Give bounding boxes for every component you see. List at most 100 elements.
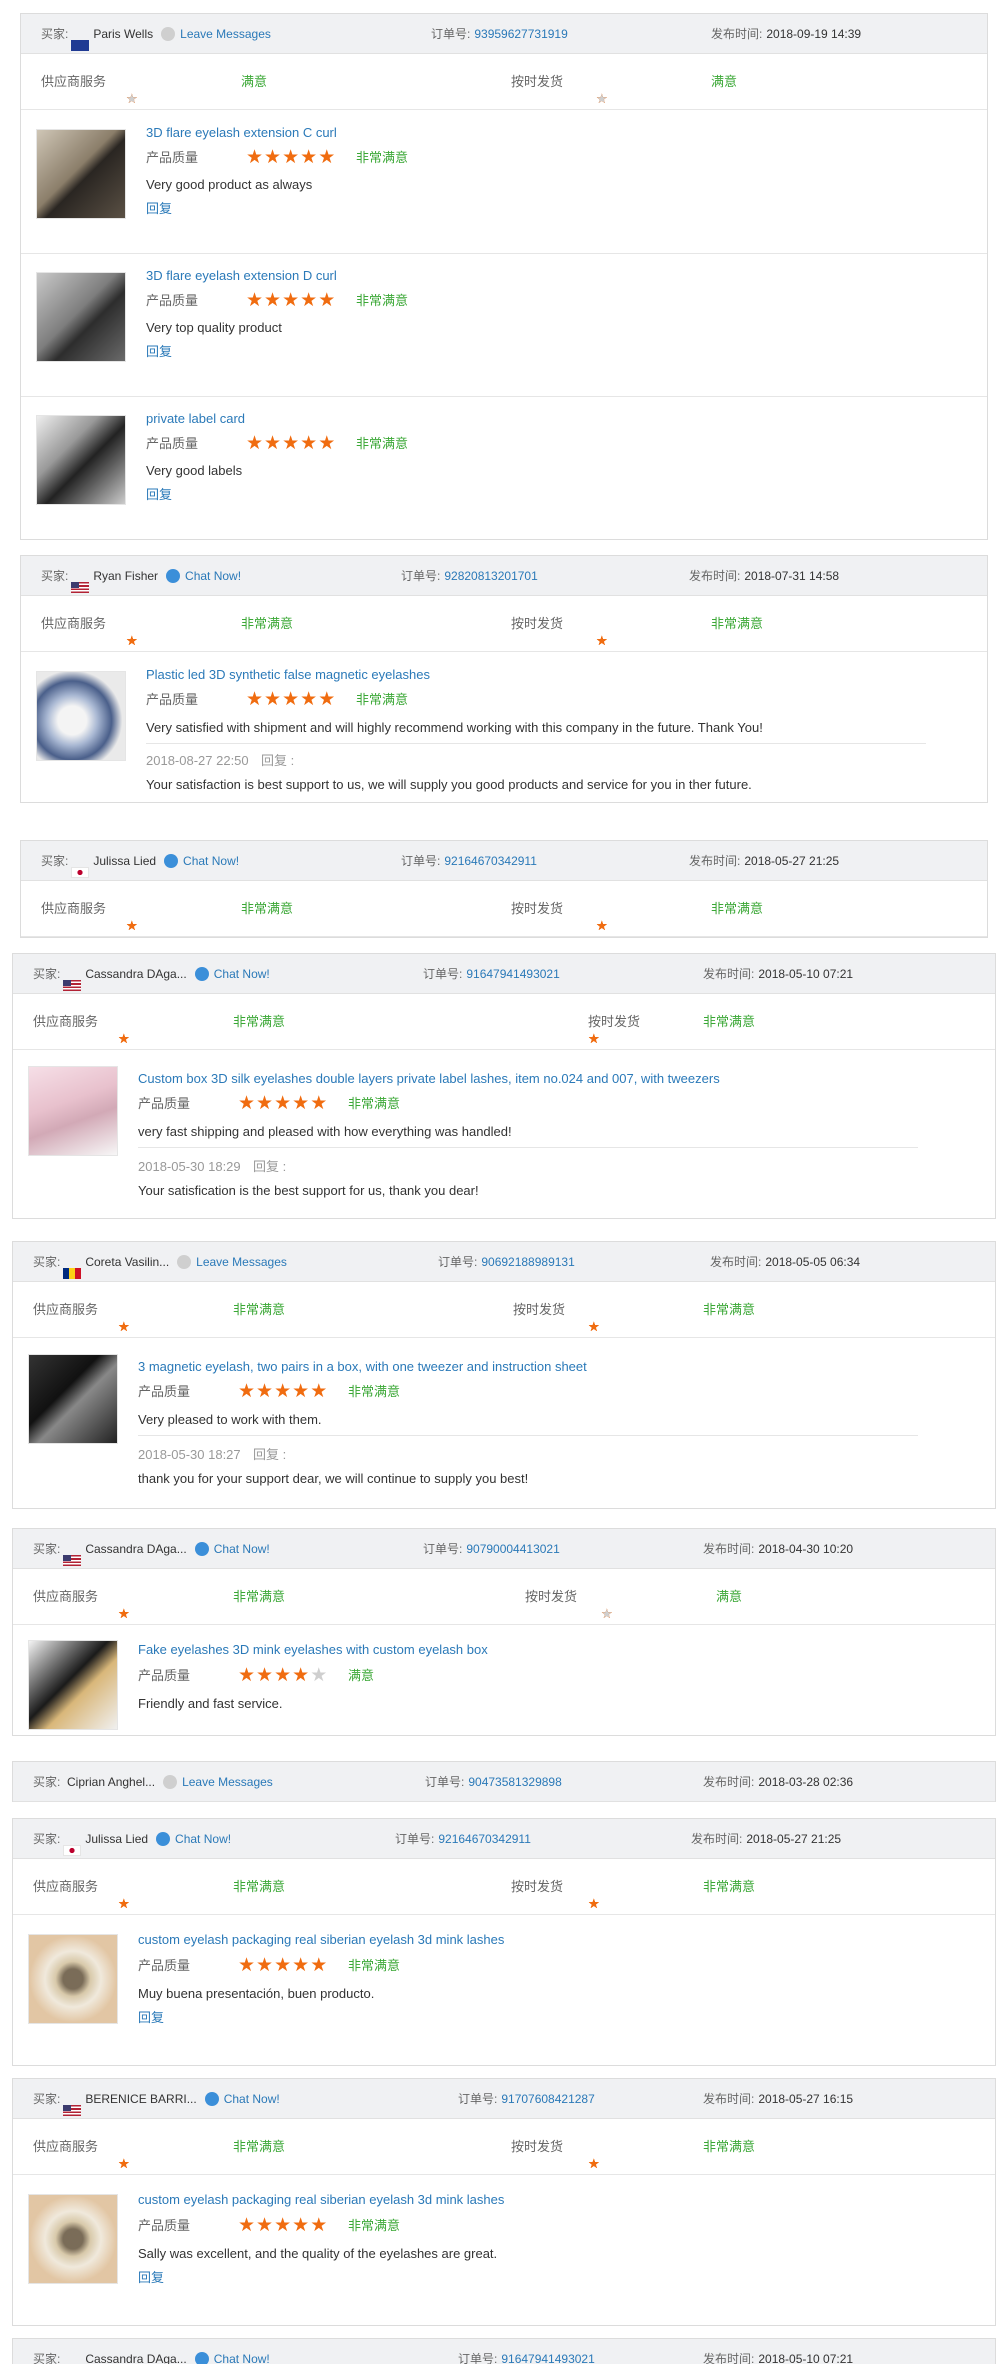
star-filled-icon: ★ (264, 433, 283, 454)
order-number-link[interactable]: 92164670342911 (444, 854, 537, 868)
supplier-service-label: 供应商服务 (41, 901, 107, 916)
contact-label[interactable]: Chat Now! (214, 2352, 270, 2364)
product-title-link[interactable]: private label card (146, 411, 245, 427)
on-time-label: 按时发货 (511, 616, 564, 631)
product-thumbnail[interactable] (36, 129, 126, 219)
product-title-link[interactable]: Fake eyelashes 3D mink eyelashes with cu… (138, 1642, 488, 1658)
buyer-info: 买家: Cassandra DAga... Chat Now! (33, 2351, 270, 2364)
star-filled-icon: ★ (318, 433, 337, 454)
product-title-link[interactable]: Custom box 3D silk eyelashes double laye… (138, 1071, 720, 1087)
star-filled-icon: ★ (300, 290, 319, 311)
product-title-link[interactable]: 3D flare eyelash extension C curl (146, 125, 337, 141)
reply-link[interactable]: 回复 (146, 344, 172, 360)
buyer-name: Paris Wells (93, 27, 154, 41)
star-filled-icon: ★ (118, 2156, 131, 2171)
contact-button[interactable]: Chat Now! (164, 854, 239, 868)
contact-button[interactable]: Leave Messages (177, 1255, 287, 1269)
contact-button[interactable]: Chat Now! (194, 967, 270, 981)
contact-label[interactable]: Chat Now! (183, 854, 239, 868)
order-number-link[interactable]: 90473581329898 (468, 1775, 561, 1789)
jp-flag-icon (63, 1845, 82, 1856)
contact-label[interactable]: Chat Now! (185, 569, 241, 583)
shipping-rating-text: 满意 (716, 1589, 743, 1604)
order-info: 订单号: 92164670342911 (401, 853, 537, 869)
quality-label: 产品质量 (146, 436, 199, 451)
product-thumbnail[interactable] (36, 272, 126, 362)
contact-button[interactable]: Leave Messages (161, 27, 271, 41)
review-card: 买家: Cassandra DAga... Chat Now! 订单号: 9164794… (12, 953, 996, 1219)
star-filled-icon: ★ (274, 1665, 293, 1686)
star-filled-icon: ★ (274, 2215, 293, 2236)
contact-button[interactable]: Chat Now! (204, 2092, 280, 2106)
reply-divider (138, 1435, 918, 1436)
star-filled-icon: ★ (292, 1093, 311, 1114)
buyer-label: 买家: (41, 27, 69, 41)
reply-link[interactable]: 回复 (146, 487, 172, 503)
contact-button[interactable]: Chat Now! (194, 1542, 270, 1556)
star-filled-icon: ★ (292, 1955, 311, 1976)
order-number-link[interactable]: 91707608421287 (501, 2092, 594, 2106)
contact-button[interactable]: Chat Now! (166, 569, 241, 583)
order-number-link[interactable]: 91647941493021 (501, 2352, 594, 2364)
service-rating-row: 供应商服务 ★ ★ ★ ★ ★ 满意 按时发货 ★ ★ ★ ★ ★ 满意 (21, 54, 987, 110)
quality-label: 产品质量 (138, 1668, 191, 1683)
quality-stars: ★★★★★ (246, 291, 336, 310)
star-filled-icon: ★ (256, 1665, 275, 1686)
star-filled-icon: ★ (264, 689, 283, 710)
shipping-rating-text: 非常满意 (703, 1879, 756, 1894)
order-number-link[interactable]: 90790004413021 (466, 1542, 559, 1556)
contact-label[interactable]: Leave Messages (196, 1255, 287, 1269)
star-filled-icon: ★ (274, 1381, 293, 1402)
order-number-link[interactable]: 93959627731919 (474, 27, 567, 41)
product-title-link[interactable]: Plastic led 3D synthetic false magnetic … (146, 667, 430, 683)
order-info: 订单号: 93959627731919 (431, 26, 568, 42)
shipping-rating-text: 非常满意 (703, 1014, 756, 1029)
product-review-item: 3D flare eyelash extension D curl 产品质量 ★★★… (21, 254, 987, 397)
reply-link[interactable]: 回复 (138, 2010, 164, 2026)
product-thumbnail[interactable] (28, 1354, 118, 1444)
contact-label[interactable]: Chat Now! (214, 1542, 270, 1556)
star-filled-icon: ★ (292, 1665, 311, 1686)
star-filled-icon: ★ (588, 2156, 601, 2171)
reply-link[interactable]: 回复 (146, 201, 172, 217)
product-thumbnail[interactable] (36, 671, 126, 761)
contact-button[interactable]: Chat Now! (194, 2352, 270, 2364)
product-thumbnail[interactable] (28, 1640, 118, 1730)
contact-label[interactable]: Leave Messages (180, 27, 271, 41)
star-filled-icon: ★ (318, 147, 337, 168)
order-info: 订单号: 91647941493021 (458, 2351, 595, 2364)
order-number-link[interactable]: 92164670342911 (438, 1832, 531, 1846)
order-number-link[interactable]: 91647941493021 (466, 967, 559, 981)
star-filled-icon: ★ (238, 1665, 257, 1686)
order-number-link[interactable]: 90692188989131 (481, 1255, 574, 1269)
contact-button[interactable]: Leave Messages (163, 1775, 273, 1789)
us-flag-icon (71, 582, 90, 593)
product-thumbnail[interactable] (28, 1066, 118, 1156)
quality-rating-text: 非常满意 (356, 293, 409, 308)
buyer-name: Cassandra DAga... (85, 1542, 187, 1556)
order-label: 订单号: (458, 2092, 498, 2106)
product-title-link[interactable]: 3 magnetic eyelash, two pairs in a box, … (138, 1359, 587, 1375)
contact-label[interactable]: Leave Messages (182, 1775, 273, 1789)
product-title-link[interactable]: 3D flare eyelash extension D curl (146, 268, 337, 284)
contact-label[interactable]: Chat Now! (224, 2092, 280, 2106)
buyer-name: Ciprian Anghel... (67, 1775, 156, 1789)
review-card: 买家: Julissa Lied Chat Now! 订单号: 921646703429… (12, 1818, 996, 2066)
product-thumbnail[interactable] (36, 415, 126, 505)
product-thumbnail[interactable] (28, 2194, 118, 2284)
star-filled-icon: ★ (246, 433, 265, 454)
contact-label[interactable]: Chat Now! (214, 967, 270, 981)
reply-link[interactable]: 回复 (138, 2270, 164, 2286)
product-thumbnail[interactable] (28, 1934, 118, 2024)
star-filled-icon: ★ (292, 1381, 311, 1402)
product-title-link[interactable]: custom eyelash packaging real siberian e… (138, 2192, 504, 2208)
order-number-link[interactable]: 92820813201701 (444, 569, 537, 583)
contact-label[interactable]: Chat Now! (175, 1832, 231, 1846)
product-title-link[interactable]: custom eyelash packaging real siberian e… (138, 1932, 504, 1948)
quality-stars: ★★★★★ (238, 1094, 328, 1113)
quality-label: 产品质量 (138, 1384, 191, 1399)
contact-button[interactable]: Chat Now! (156, 1832, 231, 1846)
publish-time: 发布时间: 2018-05-27 21:25 (691, 1831, 841, 1847)
buyer-label: 买家: (41, 854, 69, 868)
review-card: 买家: Ciprian Anghel... Leave Messages 订单号: 9… (12, 1761, 996, 1802)
